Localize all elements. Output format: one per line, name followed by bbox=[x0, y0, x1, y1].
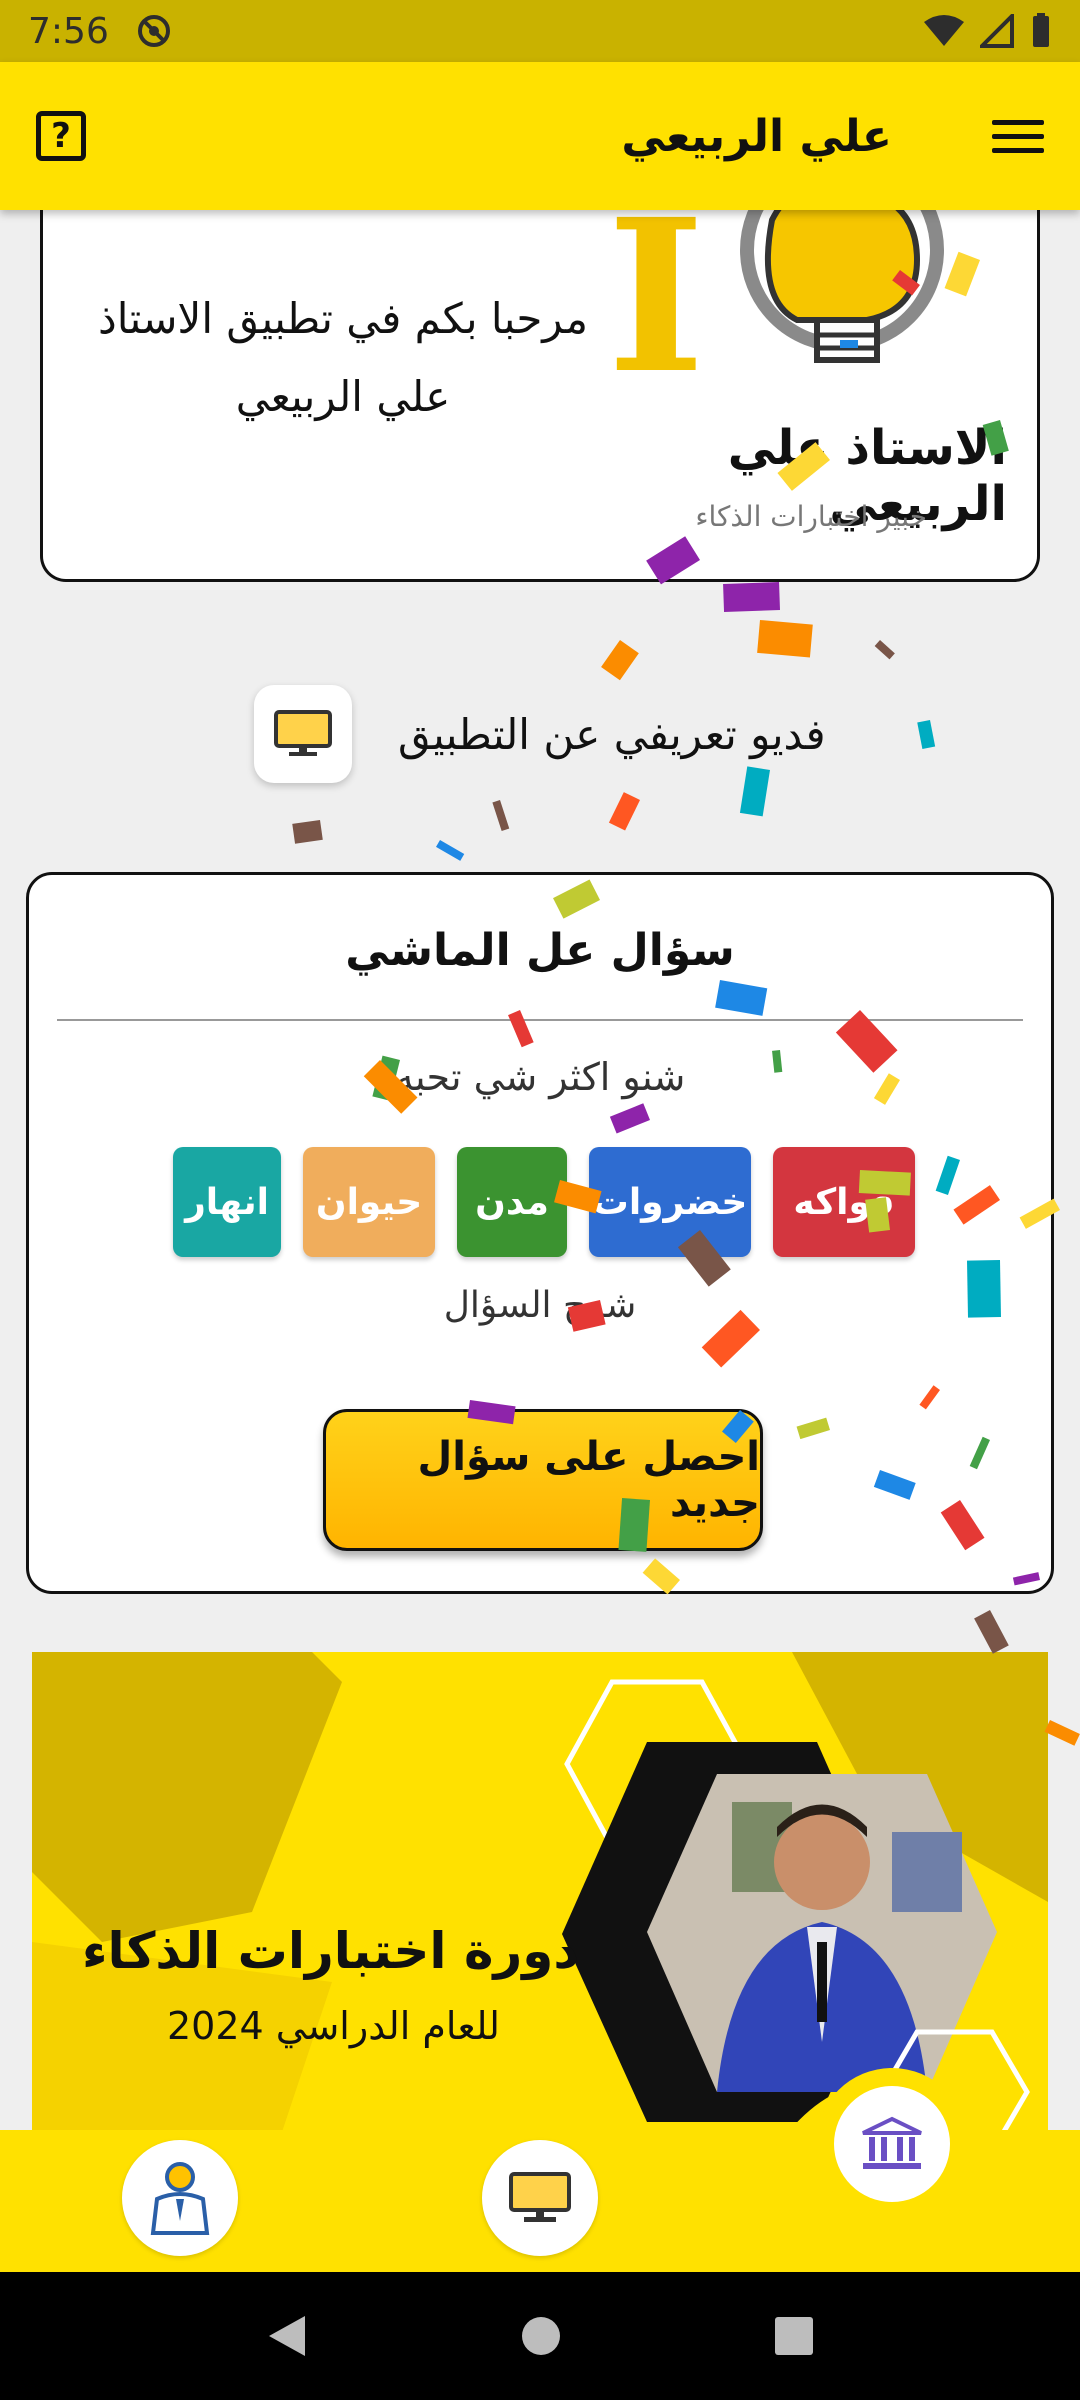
wifi-icon bbox=[924, 15, 964, 46]
question-explain-link[interactable]: شرح السؤال bbox=[29, 1285, 1051, 1326]
option-button[interactable]: انهار bbox=[173, 1147, 281, 1257]
confetti-piece bbox=[757, 620, 813, 658]
monitor-icon bbox=[509, 2172, 571, 2222]
confetti-piece bbox=[601, 640, 639, 681]
confetti-piece bbox=[436, 840, 465, 861]
svg-text:I: I bbox=[607, 180, 705, 420]
bulb-logo-icon: I bbox=[607, 180, 944, 420]
confetti-piece bbox=[723, 582, 780, 612]
confetti-piece bbox=[874, 640, 895, 660]
signal-icon bbox=[980, 14, 1014, 48]
confetti-piece bbox=[917, 719, 936, 749]
status-bar: 7:56 bbox=[0, 0, 1080, 62]
question-text: شنو اكثر شي تحبه bbox=[394, 1055, 686, 1099]
welcome-line1: مرحبا بكم في تطبيق الاستاذ bbox=[98, 294, 588, 343]
intro-video-label[interactable]: فديو تعريفي عن التطبيق bbox=[398, 710, 826, 759]
question-card-title: سؤال عل الماشي bbox=[345, 925, 735, 976]
monitor-icon bbox=[274, 710, 332, 756]
confetti-piece bbox=[1044, 1720, 1080, 1746]
profile-icon bbox=[150, 2162, 210, 2235]
logo-subtitle: خبير اختبارات الذكاء bbox=[695, 500, 927, 533]
welcome-card: مرحبا بكم في تطبيق الاستاذ علي الربيعي I… bbox=[40, 180, 1040, 582]
confetti-piece bbox=[974, 1609, 1009, 1654]
institution-icon bbox=[862, 2116, 922, 2169]
battery-icon bbox=[1033, 13, 1049, 47]
app-bar: ? علي الربيعي bbox=[0, 62, 1080, 210]
intro-video-row[interactable]: فديو تعريفي عن التطبيق bbox=[254, 684, 854, 784]
option-button[interactable]: خضروات bbox=[589, 1147, 751, 1257]
help-icon[interactable]: ? bbox=[36, 111, 86, 161]
video-button[interactable] bbox=[254, 685, 352, 783]
welcome-line2: علي الربيعي bbox=[235, 372, 451, 421]
confetti-piece bbox=[492, 800, 510, 832]
status-time: 7:56 bbox=[28, 10, 109, 52]
app-title: علي الربيعي bbox=[621, 110, 892, 162]
recents-icon[interactable] bbox=[773, 2315, 815, 2357]
banner-subtitle: للعام الدراسي 2024 bbox=[167, 2004, 500, 2048]
home-icon[interactable] bbox=[519, 2314, 563, 2358]
question-card: سؤال عل الماشي شنو اكثر شي تحبه انهار حي… bbox=[26, 872, 1054, 1594]
answer-options: انهار حيوان مدن خضروات فواكه bbox=[173, 1147, 915, 1257]
banner-title: دورة اختبارات الذكاء bbox=[82, 1922, 579, 1980]
institution-nav-button[interactable] bbox=[816, 2068, 968, 2220]
system-navigation-bar bbox=[0, 2272, 1080, 2400]
menu-icon[interactable] bbox=[992, 119, 1044, 153]
option-button[interactable]: حيوان bbox=[303, 1147, 435, 1257]
confetti-piece bbox=[608, 792, 640, 831]
back-icon[interactable] bbox=[265, 2312, 309, 2360]
sync-icon bbox=[137, 15, 170, 47]
new-question-button[interactable]: احصل على سؤال جديد bbox=[323, 1409, 763, 1551]
confetti-piece bbox=[292, 820, 323, 844]
option-button[interactable]: فواكه bbox=[773, 1147, 915, 1257]
option-button[interactable]: مدن bbox=[457, 1147, 567, 1257]
divider bbox=[57, 1019, 1023, 1021]
logo: I الاستاذ علي الربيعي خبير اختبارات الذك… bbox=[597, 180, 1017, 560]
welcome-text: مرحبا بكم في تطبيق الاستاذ علي الربيعي bbox=[63, 280, 623, 436]
